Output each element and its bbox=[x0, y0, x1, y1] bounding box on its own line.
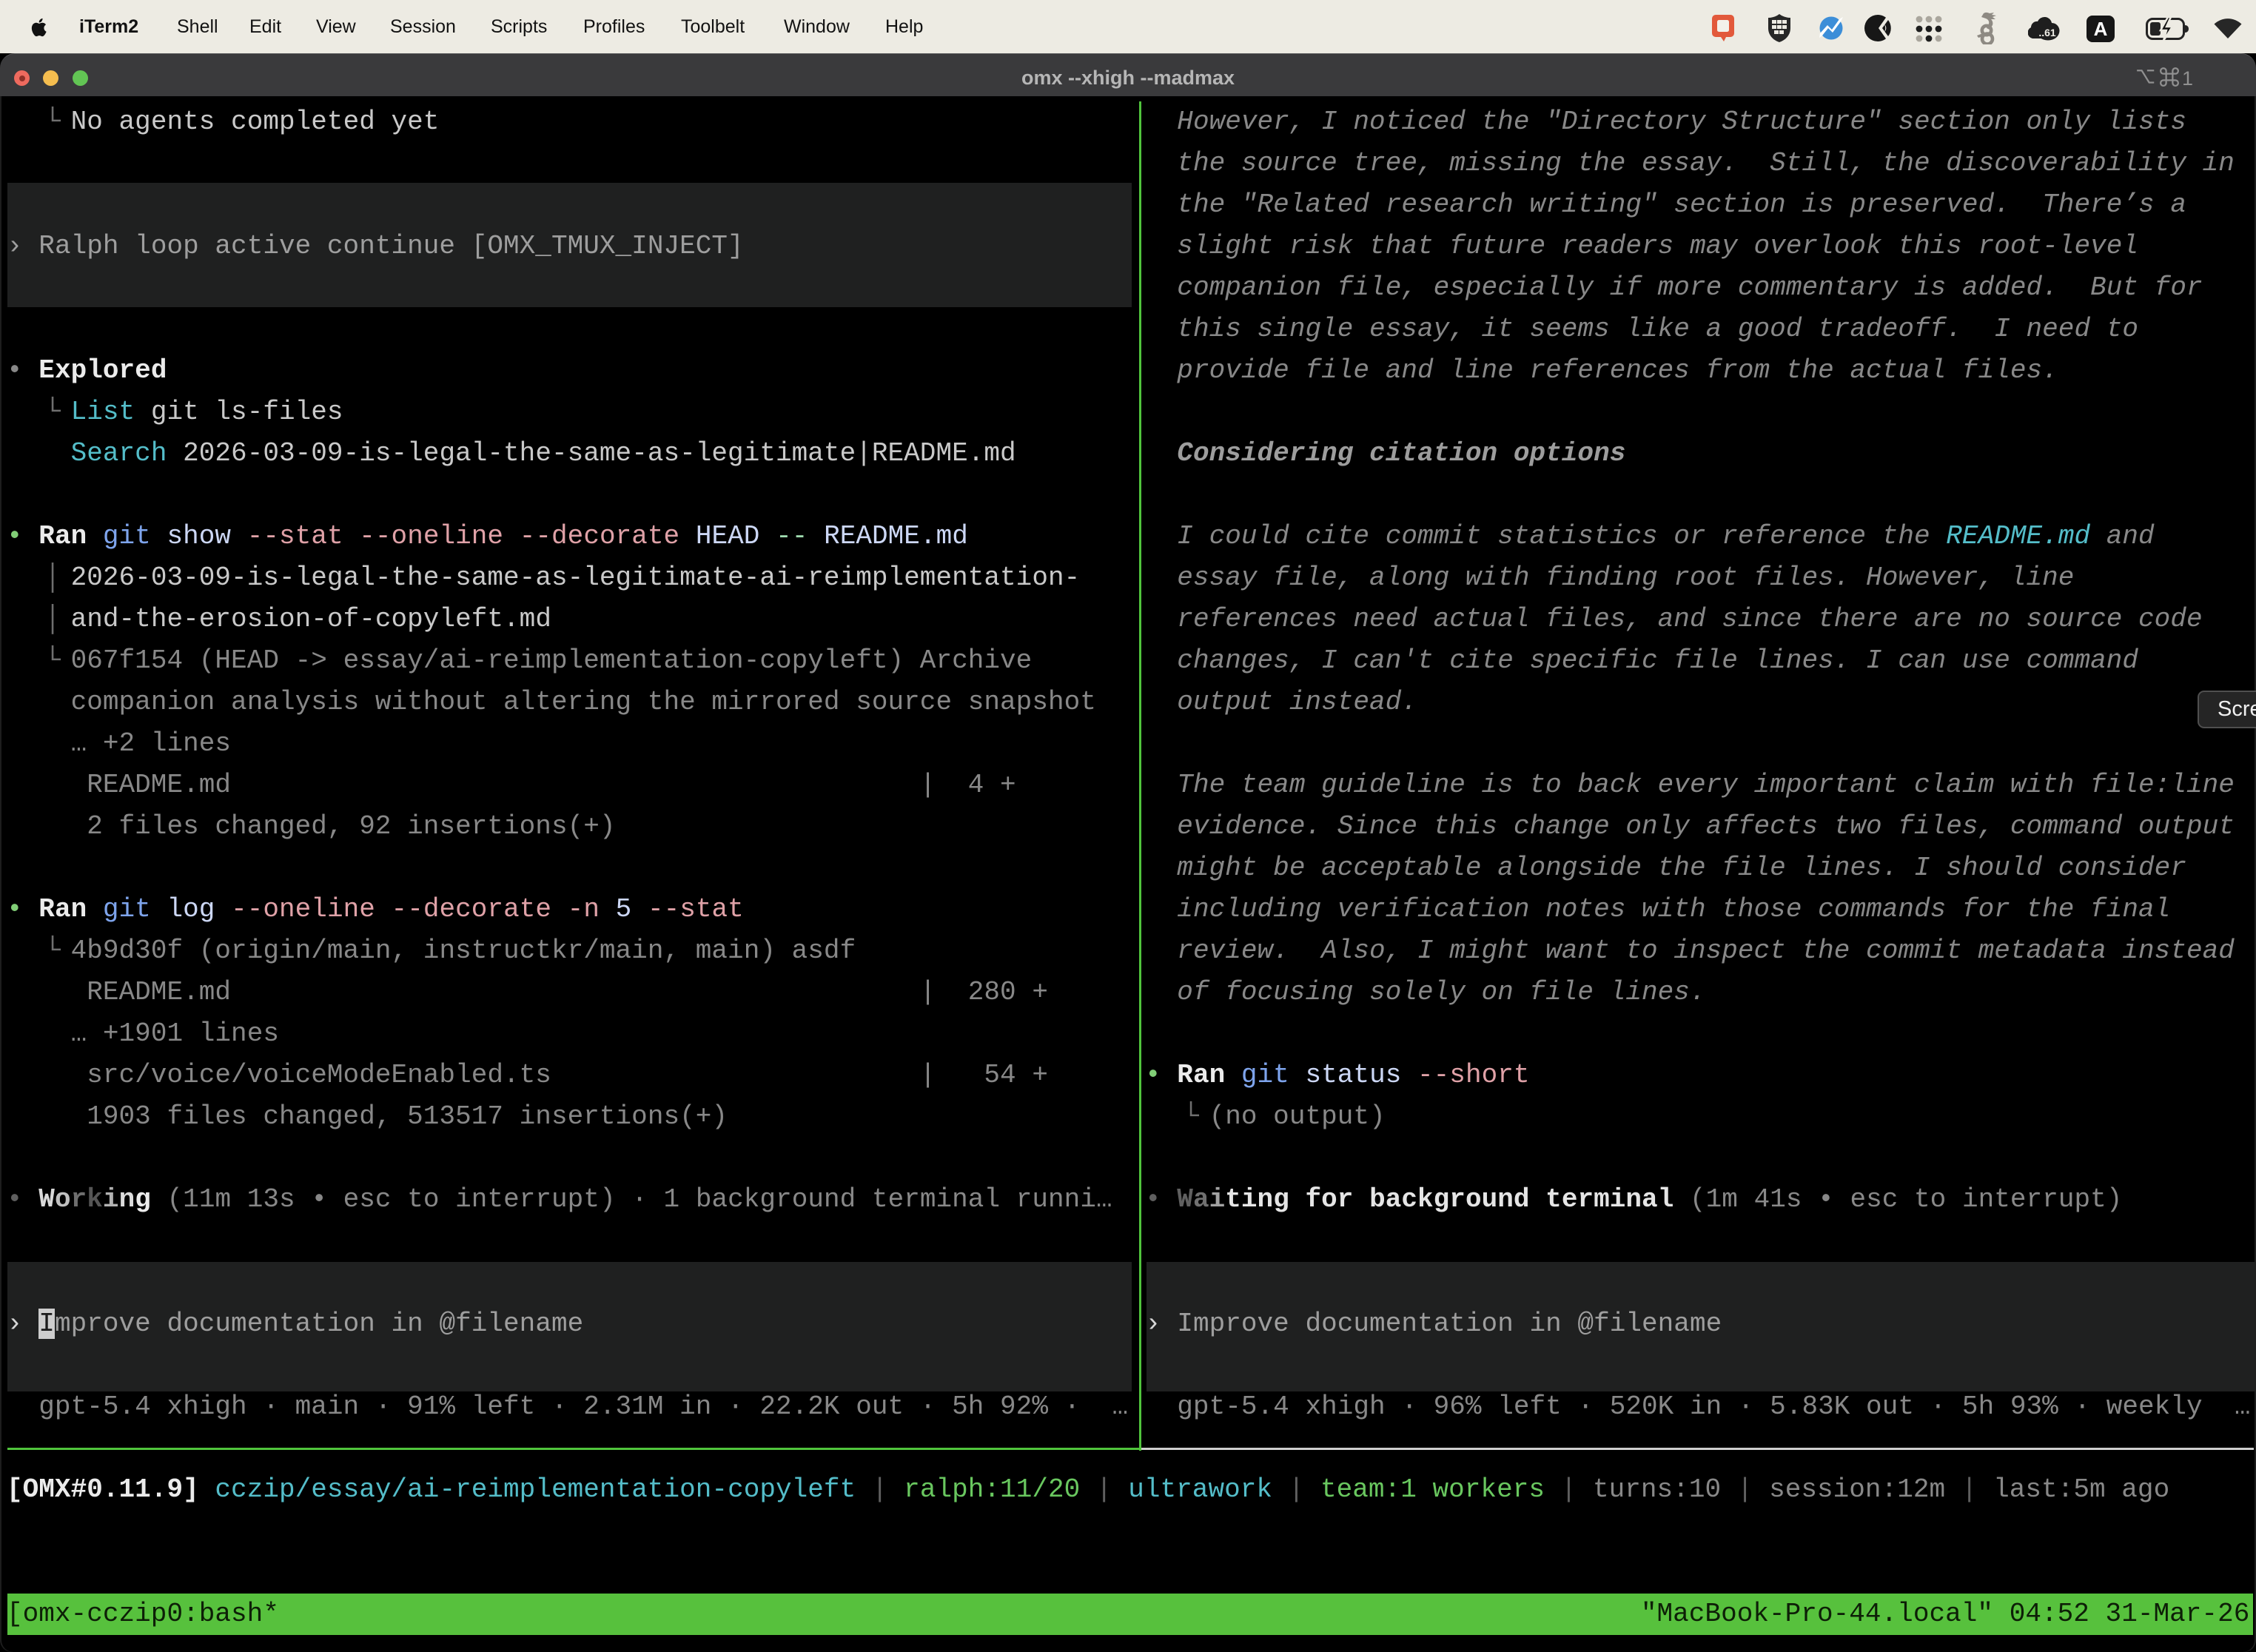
svg-text:..61: ..61 bbox=[2038, 27, 2056, 38]
svg-text:A: A bbox=[2094, 18, 2108, 40]
